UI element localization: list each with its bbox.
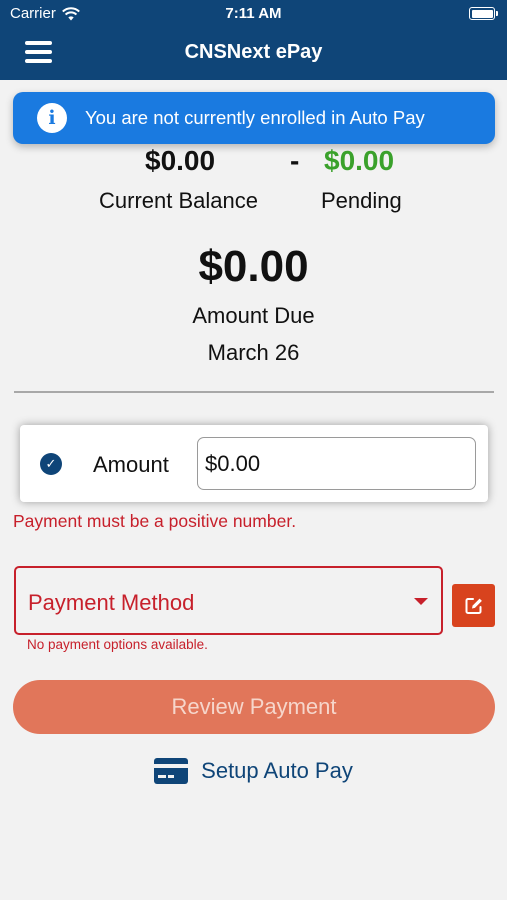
current-balance-value: $0.00 xyxy=(145,145,216,176)
current-balance-label: Current Balance xyxy=(99,188,258,213)
payment-method-label: Payment Method xyxy=(28,590,195,615)
status-time: 7:11 AM xyxy=(225,5,282,22)
pending-value: $0.00 xyxy=(324,145,395,176)
edit-payment-method-button[interactable] xyxy=(452,584,495,627)
amount-due-value: $0.00 xyxy=(198,242,309,291)
amount-input[interactable] xyxy=(197,437,476,490)
banner-message: You are not currently enrolled in Auto P… xyxy=(85,107,425,128)
amount-error-message: Payment must be a positive number. xyxy=(13,511,297,531)
amount-due-label: Amount Due xyxy=(192,303,315,328)
amount-label: Amount xyxy=(93,452,169,477)
status-bar: Carrier 7:11 AM xyxy=(0,0,507,28)
check-circle-icon[interactable]: ✓ xyxy=(40,453,62,475)
divider xyxy=(14,391,494,393)
app-header: Carrier 7:11 AM CNSNext ePay xyxy=(0,0,507,80)
due-date: March 26 xyxy=(207,340,300,365)
review-payment-button[interactable]: Review Payment xyxy=(13,680,495,734)
info-icon: i xyxy=(37,103,67,133)
autopay-info-banner: i You are not currently enrolled in Auto… xyxy=(13,92,495,144)
setup-autopay-label: Setup Auto Pay xyxy=(201,758,353,783)
setup-autopay-link[interactable]: Setup Auto Pay xyxy=(0,758,507,784)
payment-method-dropdown[interactable]: Payment Method xyxy=(14,566,443,635)
balance-separator: - xyxy=(290,145,300,176)
page-title: CNSNext ePay xyxy=(184,41,323,63)
battery-icon xyxy=(469,7,498,20)
pending-label: Pending xyxy=(321,188,402,213)
caret-down-icon xyxy=(414,598,428,605)
payment-method-error: No payment options available. xyxy=(27,637,208,652)
edit-icon xyxy=(465,597,482,614)
amount-card: ✓ Amount xyxy=(20,425,488,502)
credit-card-icon xyxy=(154,758,189,784)
